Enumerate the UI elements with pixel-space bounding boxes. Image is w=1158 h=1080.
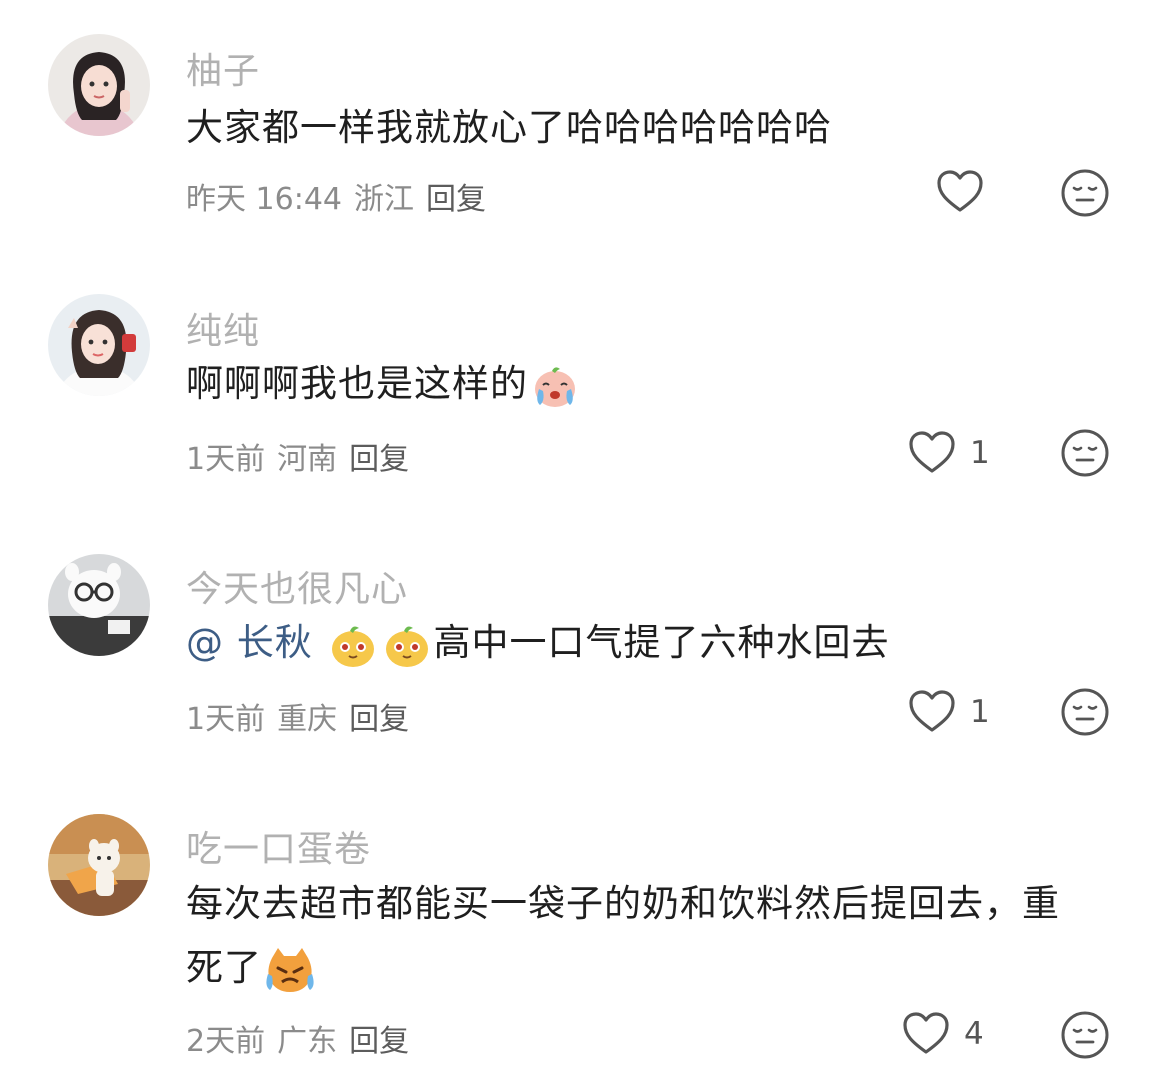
like-count: 4 xyxy=(964,1016,984,1052)
blushing-face-emoji xyxy=(385,626,428,667)
comment-text: @ 长秋 高中一口气提了六种水回去 xyxy=(186,611,890,675)
avatar[interactable] xyxy=(48,814,150,916)
meh-face-icon xyxy=(1060,687,1110,737)
dislike-button[interactable] xyxy=(1060,168,1110,222)
mention-link[interactable]: @ 长秋 xyxy=(186,621,313,664)
avatar[interactable] xyxy=(48,34,150,136)
meh-face-icon xyxy=(1060,168,1110,218)
avatar[interactable] xyxy=(48,554,150,656)
dislike-button[interactable] xyxy=(1060,1010,1110,1064)
avatar[interactable] xyxy=(48,294,150,396)
like-button[interactable]: 1 xyxy=(908,690,990,734)
comment-meta: 1天前 河南 回复 xyxy=(186,434,421,478)
angry-cat-emoji xyxy=(266,947,314,992)
username[interactable]: 吃一口蛋卷 xyxy=(186,820,371,872)
dislike-button[interactable] xyxy=(1060,687,1110,741)
like-button[interactable]: 1 xyxy=(908,431,990,475)
comment-text: 大家都一样我就放心了哈哈哈哈哈哈哈 xyxy=(186,106,832,149)
like-button[interactable]: 4 xyxy=(902,1012,984,1056)
like-count: 1 xyxy=(970,435,990,471)
heart-outline-icon xyxy=(908,431,956,475)
comment-text-line-1: 每次去超市都能买一袋子的奶和饮料然后提回去，重 xyxy=(186,882,1060,925)
username[interactable]: 今天也很凡心 xyxy=(186,560,408,612)
blushing-face-emoji xyxy=(331,626,374,667)
comment-meta: 1天前 重庆 回复 xyxy=(186,694,421,738)
heart-outline-icon xyxy=(936,170,984,214)
location: 重庆 xyxy=(277,702,338,737)
timestamp: 1天前 xyxy=(186,442,266,477)
comment-text-line-2: 死了 xyxy=(186,936,318,1000)
username[interactable]: 纯纯 xyxy=(186,302,260,354)
comment-meta: 2天前 广东 回复 xyxy=(186,1016,421,1060)
comment-text: 啊啊啊我也是这样的 xyxy=(186,352,582,416)
timestamp: 昨天 16:44 xyxy=(186,182,342,217)
like-button[interactable] xyxy=(936,170,998,214)
location: 河南 xyxy=(277,442,338,477)
crying-face-emoji xyxy=(535,366,575,407)
meh-face-icon xyxy=(1060,1010,1110,1060)
heart-outline-icon xyxy=(908,690,956,734)
meh-face-icon xyxy=(1060,428,1110,478)
heart-outline-icon xyxy=(902,1012,950,1056)
reply-button[interactable]: 回复 xyxy=(349,702,409,737)
reply-button[interactable]: 回复 xyxy=(349,442,409,477)
username[interactable]: 柚子 xyxy=(186,42,260,94)
location: 广东 xyxy=(277,1024,338,1059)
timestamp: 2天前 xyxy=(186,1024,266,1059)
like-count: 1 xyxy=(970,694,990,730)
comment-meta: 昨天 16:44 浙江 回复 xyxy=(186,174,498,218)
reply-button[interactable]: 回复 xyxy=(426,182,486,217)
timestamp: 1天前 xyxy=(186,702,266,737)
reply-button[interactable]: 回复 xyxy=(349,1024,409,1059)
location: 浙江 xyxy=(354,182,414,217)
dislike-button[interactable] xyxy=(1060,428,1110,482)
